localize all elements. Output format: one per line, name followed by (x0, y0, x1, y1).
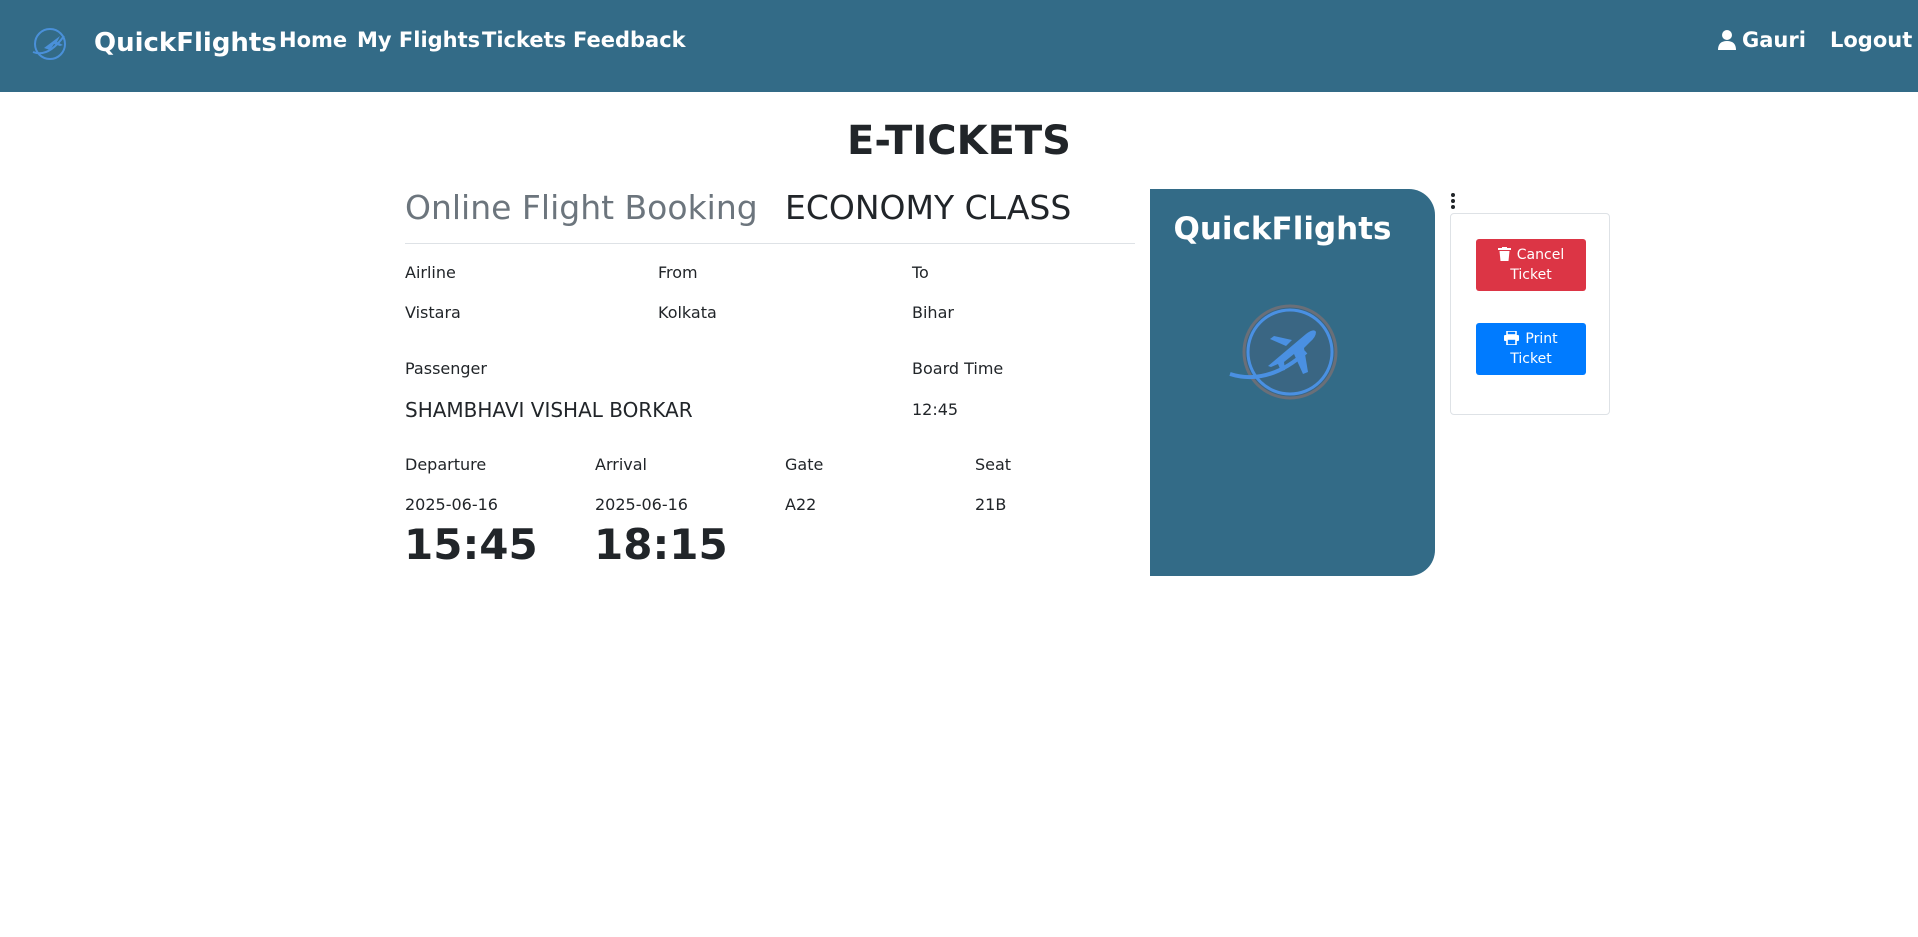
to-label: To (912, 263, 929, 282)
nav-my-flights-link[interactable]: My Flights (357, 28, 480, 52)
airline-value: Vistara (405, 303, 461, 322)
departure-label: Departure (405, 455, 487, 474)
nav-feedback-link[interactable]: Feedback (573, 28, 686, 52)
more-options-icon[interactable] (1450, 193, 1456, 211)
cancel-line-1: Cancel (1516, 247, 1565, 263)
brand-name[interactable]: QuickFlights (94, 28, 277, 58)
user-name: Gauri (1742, 28, 1806, 52)
board-time-label: Board Time (912, 359, 1004, 378)
to-value: Bihar (912, 303, 954, 322)
ticket-actions-card: Cancel Ticket Print Ticket (1450, 213, 1610, 415)
trash-icon (1497, 247, 1511, 261)
navbar: QuickFlights Home My Flights Tickets Fee… (0, 0, 1918, 92)
board-time-value: 12:45 (912, 400, 959, 419)
cancel-ticket-button[interactable]: Cancel Ticket (1476, 239, 1586, 291)
airline-label: Airline (405, 263, 456, 282)
print-line-2: Ticket (1510, 351, 1552, 367)
arrival-time: 18:15 (594, 520, 728, 569)
user-menu[interactable]: Gauri (1718, 28, 1806, 52)
cancel-line-2: Ticket (1510, 267, 1552, 283)
stub-brand-title: QuickFlights (1173, 211, 1392, 247)
from-value: Kolkata (658, 303, 717, 322)
print-ticket-button[interactable]: Print Ticket (1476, 323, 1586, 375)
printer-icon (1504, 331, 1520, 345)
ticket-class: ECONOMY CLASS (785, 188, 1072, 227)
print-line-1: Print (1525, 331, 1558, 347)
seat-label: Seat (975, 455, 1012, 474)
arrival-label: Arrival (595, 455, 647, 474)
gate-value: A22 (785, 495, 817, 514)
passenger-value: SHAMBHAVI VISHAL BORKAR (405, 398, 693, 422)
nav-tickets-link[interactable]: Tickets (482, 28, 566, 52)
passenger-label: Passenger (405, 359, 487, 378)
departure-date: 2025-06-16 (405, 495, 498, 514)
seat-value: 21B (975, 495, 1007, 514)
plane-logo-icon (1229, 304, 1338, 400)
divider (405, 243, 1135, 244)
ticket-stub: QuickFlights (1150, 189, 1435, 576)
gate-label: Gate (785, 455, 824, 474)
nav-home-link[interactable]: Home (279, 28, 347, 52)
user-icon (1718, 30, 1736, 50)
logout-link[interactable]: Logout (1830, 28, 1912, 52)
departure-time: 15:45 (404, 520, 538, 569)
arrival-date: 2025-06-16 (595, 495, 688, 514)
plane-logo-icon[interactable] (30, 26, 70, 62)
from-label: From (658, 263, 698, 282)
ticket-heading: Online Flight Booking (405, 188, 758, 227)
page-title: E-TICKETS (847, 118, 1071, 164)
